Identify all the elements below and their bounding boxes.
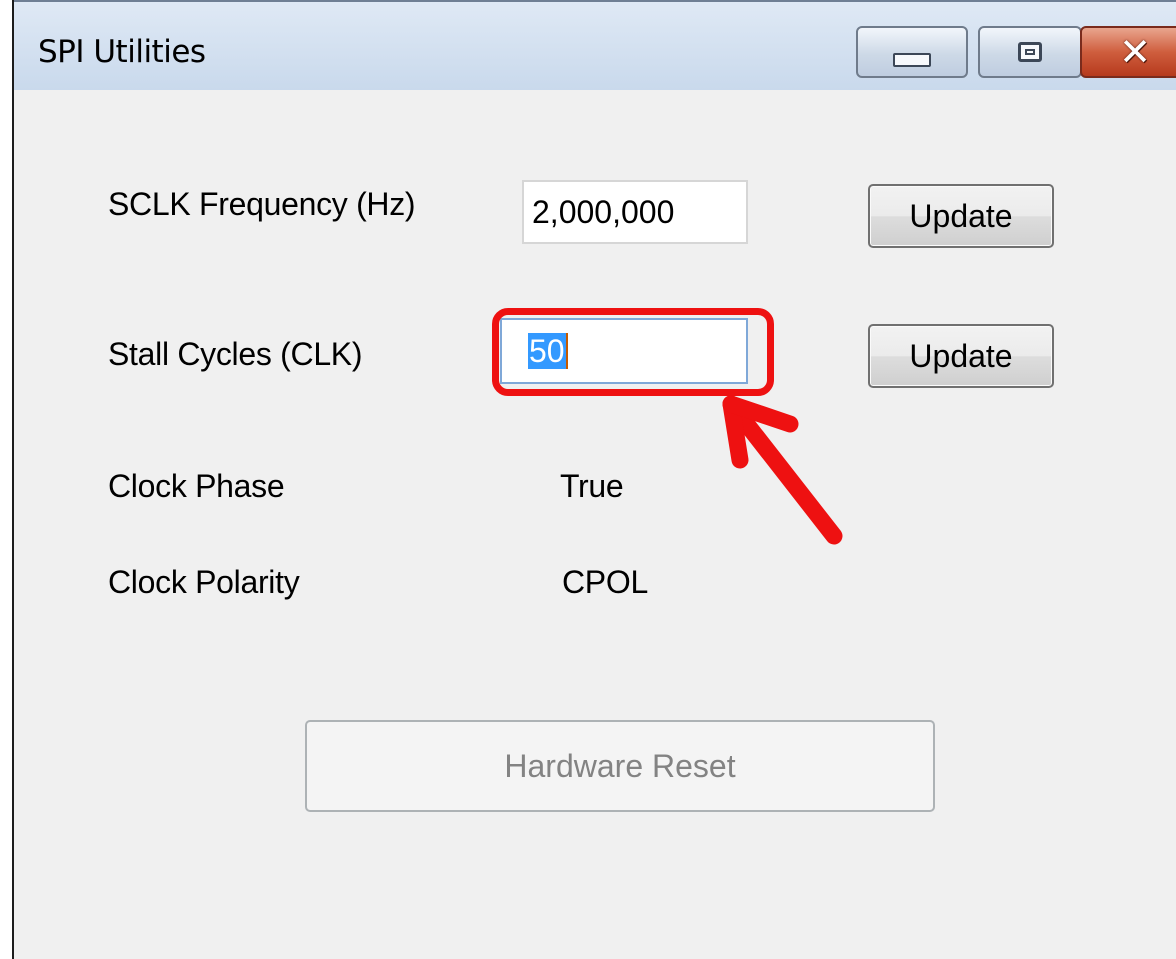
spi-utilities-window: SPI Utilities ✕ SCLK Frequency (Hz) 2,00…: [0, 0, 1176, 959]
annotation-arrow-icon: [722, 395, 843, 545]
